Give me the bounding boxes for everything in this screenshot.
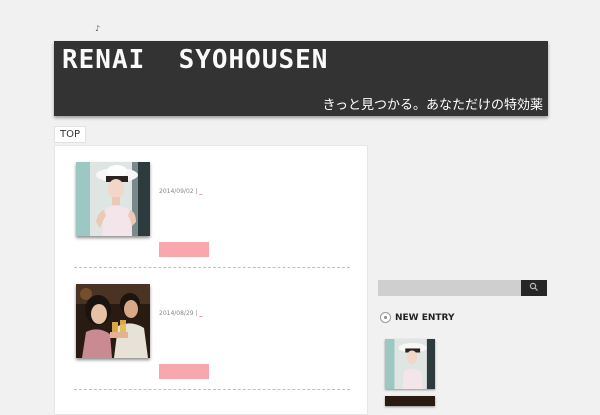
post-category-link[interactable]: _ — [199, 188, 202, 195]
site-title[interactable]: RENAI SYOHOUSEN — [62, 45, 328, 75]
new-entry-heading: NEW ENTRY — [395, 312, 455, 323]
read-more-button[interactable] — [159, 242, 209, 257]
post-thumbnail-couple-toasting[interactable] — [76, 284, 150, 358]
post-thumbnail-woman-in-hat[interactable] — [76, 162, 150, 236]
music-note: ♪ — [95, 24, 101, 33]
post-category-link[interactable]: _ — [199, 310, 202, 317]
sidebar-thumbnail-dark[interactable] — [385, 396, 435, 406]
search-input[interactable] — [378, 280, 521, 296]
post-date: 2014/08/29 | _ — [159, 310, 202, 317]
new-entry-widget-heading: NEW ENTRY — [380, 307, 455, 323]
entry-separator — [74, 267, 350, 268]
read-more-button[interactable] — [159, 364, 209, 379]
search-button[interactable] — [521, 280, 547, 296]
site-tagline: きっと見つかる。あなただけの特効薬 — [322, 98, 543, 113]
sidebar-search — [378, 280, 547, 296]
entry-separator — [74, 389, 350, 390]
site-header: RENAI SYOHOUSEN きっと見つかる。あなただけの特効薬 — [54, 41, 548, 116]
post-date-text: 2014/08/29 | — [159, 310, 200, 317]
sidebar-thumbnail-woman-in-hat[interactable] — [385, 339, 435, 389]
search-icon — [529, 282, 538, 291]
main-nav: TOP — [54, 122, 87, 143]
post-date: 2014/09/02 | _ — [159, 188, 202, 195]
bullet-circle-icon — [380, 312, 391, 323]
nav-item-top[interactable]: TOP — [54, 126, 87, 143]
post-date-text: 2014/09/02 | — [159, 188, 200, 195]
main-content: 2014/09/02 | _ 2014/08/29 | _ — [54, 145, 368, 415]
